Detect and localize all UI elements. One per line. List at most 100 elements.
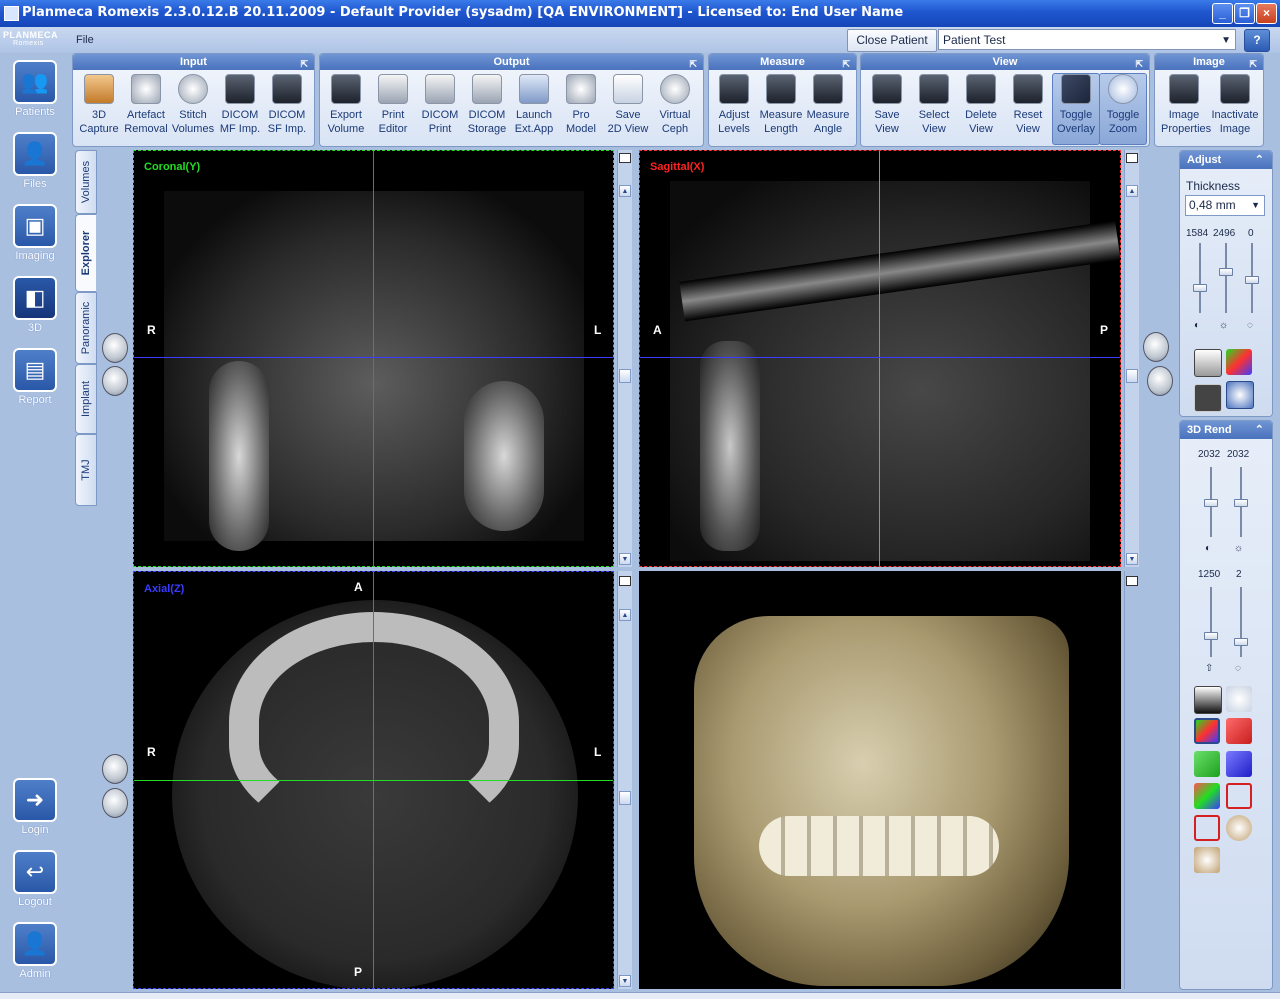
nav-login[interactable]: ➜ Login [10,778,60,838]
export-volume-button[interactable]: Export Volume [323,74,369,144]
minimize-button[interactable]: _ [1212,3,1233,24]
skull-render-icon[interactable] [1226,815,1252,841]
skull-top-icon[interactable] [102,754,128,784]
tab-implant[interactable]: Implant [75,364,97,434]
select-view-button[interactable]: Select View [911,74,957,144]
coronal-plane-icon[interactable] [1194,751,1220,777]
light-icon[interactable] [1226,686,1252,712]
contrast-slider-thumb[interactable] [1193,284,1207,292]
close-window-button[interactable]: × [1256,3,1277,24]
brightness-slider-thumb[interactable] [1219,268,1233,276]
sagittal-scrollbar[interactable]: ▲ ▼ [1124,150,1139,567]
print-editor-button[interactable]: Print Editor [370,74,416,144]
scroll-down-button[interactable]: ▼ [1126,553,1138,565]
render-properties-icon[interactable] [1194,847,1220,873]
crosshair-tool-icon[interactable] [1226,349,1252,375]
sharpness-slider-thumb[interactable] [1245,276,1259,284]
nav-3d[interactable]: ◧ 3D [10,276,60,336]
close-patient-button[interactable]: Close Patient [847,29,937,52]
tab-volumes[interactable]: Volumes [75,150,97,214]
pan-icon[interactable] [1194,349,1222,377]
ribbon-header-output: Output ⇱ [320,54,703,70]
collapse-icon[interactable]: ⌃ [1255,151,1264,169]
window-icon[interactable] [1194,384,1222,412]
skull-side-icon[interactable] [1147,366,1173,396]
inactivate-image-button[interactable]: Inactivate Image [1210,74,1260,144]
scroll-up-button[interactable]: ▲ [619,609,631,621]
slider-track [1210,587,1212,657]
scroll-thumb[interactable] [619,369,631,383]
save-view-button[interactable]: Save View [864,74,910,144]
bounding-box-icon[interactable] [1226,783,1252,809]
clip-box-icon[interactable] [1194,815,1220,841]
axial-plane-icon[interactable] [1226,751,1252,777]
adjust-levels-button[interactable]: Adjust Levels [711,74,757,144]
levels-icon[interactable] [1194,686,1222,714]
scroll-thumb[interactable] [619,791,631,805]
virtual-ceph-button[interactable]: Virtual Ceph [652,74,698,144]
measure-length-button[interactable]: Measure Length [758,74,804,144]
file-menu[interactable]: File [76,34,94,46]
toggle-overlay-button[interactable]: Toggle Overlay [1052,73,1100,145]
3d-render-view[interactable] [639,571,1121,989]
patient-select[interactable]: Patient Test ▼ [938,29,1236,50]
scroll-down-button[interactable]: ▼ [619,553,631,565]
all-planes-icon[interactable] [1194,783,1220,809]
skull-side-icon[interactable] [102,366,128,396]
3d-capture-button[interactable]: 3D Capture [76,74,122,144]
toggle-zoom-button[interactable]: Toggle Zoom [1099,73,1147,145]
skull-front-icon[interactable] [1143,332,1169,362]
delete-view-button[interactable]: Delete View [958,74,1004,144]
scroll-up-button[interactable]: ▲ [1126,185,1138,197]
help-button[interactable]: ? [1244,29,1270,52]
measure-angle-button[interactable]: Measure Angle [805,74,851,144]
stitch-volumes-button[interactable]: Stitch Volumes [170,74,216,144]
dicom-import-icon [272,74,302,104]
collapse-icon[interactable]: ⌃ [1255,421,1264,439]
save-2d-view-button[interactable]: Save 2D View [605,74,651,144]
overlay-planes-icon[interactable] [1194,718,1220,744]
axial-view[interactable]: Axial(Z) R L A P [133,571,614,989]
nav-logout[interactable]: ↩ Logout [10,850,60,910]
maximize-view-icon[interactable] [619,153,631,163]
reset-view-button[interactable]: Reset View [1005,74,1051,144]
sagittal-plane-icon[interactable] [1226,718,1252,744]
scroll-down-button[interactable]: ▼ [619,975,631,987]
rend-brightness-thumb[interactable] [1234,499,1248,507]
maximize-view-icon[interactable] [1126,576,1138,586]
logo-subtext: Romexis [13,40,44,47]
nav-patients[interactable]: 👥 Patients [10,60,60,120]
thickness-select[interactable]: 0,48 mm ▼ [1185,195,1265,216]
axial-scrollbar[interactable]: ▲ ▼ [617,571,632,989]
maximize-view-icon[interactable] [1126,153,1138,163]
nav-admin[interactable]: 👤 Admin [10,922,60,982]
crosshair-vertical [373,151,374,566]
pro-model-button[interactable]: Pro Model [558,74,604,144]
maximize-view-icon[interactable] [619,576,631,586]
tab-panoramic[interactable]: Panoramic [75,292,97,364]
scroll-up-button[interactable]: ▲ [619,185,631,197]
hand-rotate-icon[interactable] [1226,381,1254,409]
dicom-storage-button[interactable]: DICOM Storage [464,74,510,144]
artefact-removal-button[interactable]: Artefact Removal [123,74,169,144]
dicom-sf-import-button[interactable]: DICOM SF Imp. [264,74,310,144]
nav-report[interactable]: ▤ Report [10,348,60,408]
coronal-view[interactable]: Coronal(Y) R L [133,150,614,567]
dicom-mf-import-button[interactable]: DICOM MF Imp. [217,74,263,144]
rend-opacity-thumb[interactable] [1234,638,1248,646]
scroll-thumb[interactable] [1126,369,1138,383]
nav-imaging[interactable]: ▣ Imaging [10,204,60,264]
coronal-scrollbar[interactable]: ▲ ▼ [617,150,632,567]
sagittal-view[interactable]: Sagittal(X) A P [639,150,1121,567]
skull-bottom-icon[interactable] [102,788,128,818]
tab-explorer[interactable]: Explorer [75,214,96,292]
tab-tmj[interactable]: TMJ [75,434,97,506]
rend-threshold-thumb[interactable] [1204,632,1218,640]
maximize-button[interactable]: ❐ [1234,3,1255,24]
skull-front-icon[interactable] [102,333,128,363]
launch-ext-app-button[interactable]: Launch Ext.App [511,74,557,144]
rend-contrast-thumb[interactable] [1204,499,1218,507]
dicom-print-button[interactable]: DICOM Print [417,74,463,144]
image-properties-button[interactable]: Image Properties [1161,74,1211,144]
nav-files[interactable]: 👤 Files [10,132,60,192]
